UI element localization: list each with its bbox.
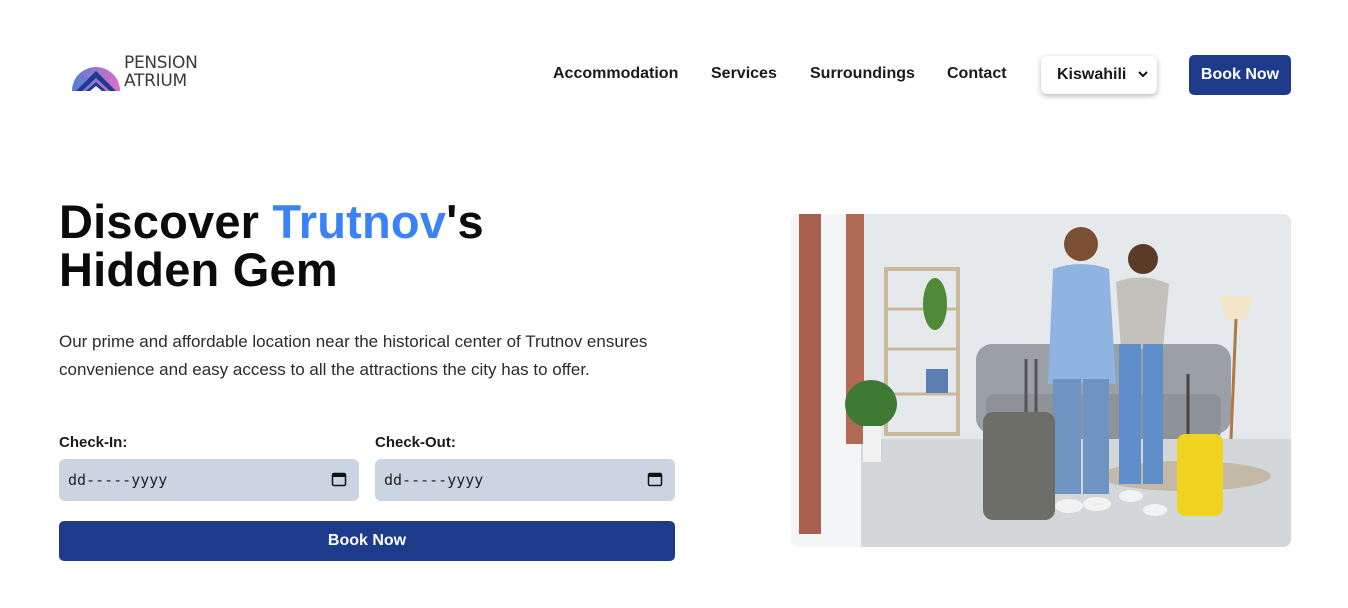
brand-logo[interactable]: PENSION ATRIUM [70, 50, 210, 94]
checkin-label: Check-In: [59, 434, 128, 451]
book-now-button[interactable]: Book Now [59, 521, 675, 561]
couple-with-luggage-image [791, 214, 1291, 547]
chevron-down-icon [1138, 71, 1148, 78]
checkout-placeholder: dd-----yyyy [384, 471, 484, 489]
nav-item-contact[interactable]: Contact [947, 65, 1007, 83]
checkout-label: Check-Out: [375, 434, 456, 451]
hero-title-part1: Discover [59, 195, 273, 248]
checkout-date-input[interactable]: dd-----yyyy [375, 459, 675, 501]
hero-description: Our prime and affordable location near t… [59, 332, 648, 379]
checkin-placeholder: dd-----yyyy [68, 471, 168, 489]
language-select[interactable]: Kiswahili [1041, 56, 1157, 94]
hero-photo [791, 214, 1291, 547]
nav-item-services[interactable]: Services [711, 65, 777, 83]
nav-item-accommodation[interactable]: Accommodation [553, 65, 678, 83]
hero-title-line2: Hidden Gem [59, 243, 338, 296]
header-book-now-button[interactable]: Book Now [1189, 55, 1291, 95]
calendar-icon[interactable] [331, 471, 347, 487]
hero-title: Discover Trutnov's Hidden Gem [59, 198, 484, 294]
calendar-icon[interactable] [647, 471, 663, 487]
hero-title-accent: Trutnov [272, 195, 447, 248]
brand-name: PENSION ATRIUM [124, 54, 198, 90]
language-value: Kiswahili [1057, 66, 1127, 83]
nav-item-surroundings[interactable]: Surroundings [810, 65, 915, 83]
brand-line2: ATRIUM [124, 71, 187, 91]
mountain-logo-icon [72, 67, 120, 91]
checkin-date-input[interactable]: dd-----yyyy [59, 459, 359, 501]
hero-title-part2: 's [446, 195, 484, 248]
brand-line1: PENSION [124, 53, 198, 73]
